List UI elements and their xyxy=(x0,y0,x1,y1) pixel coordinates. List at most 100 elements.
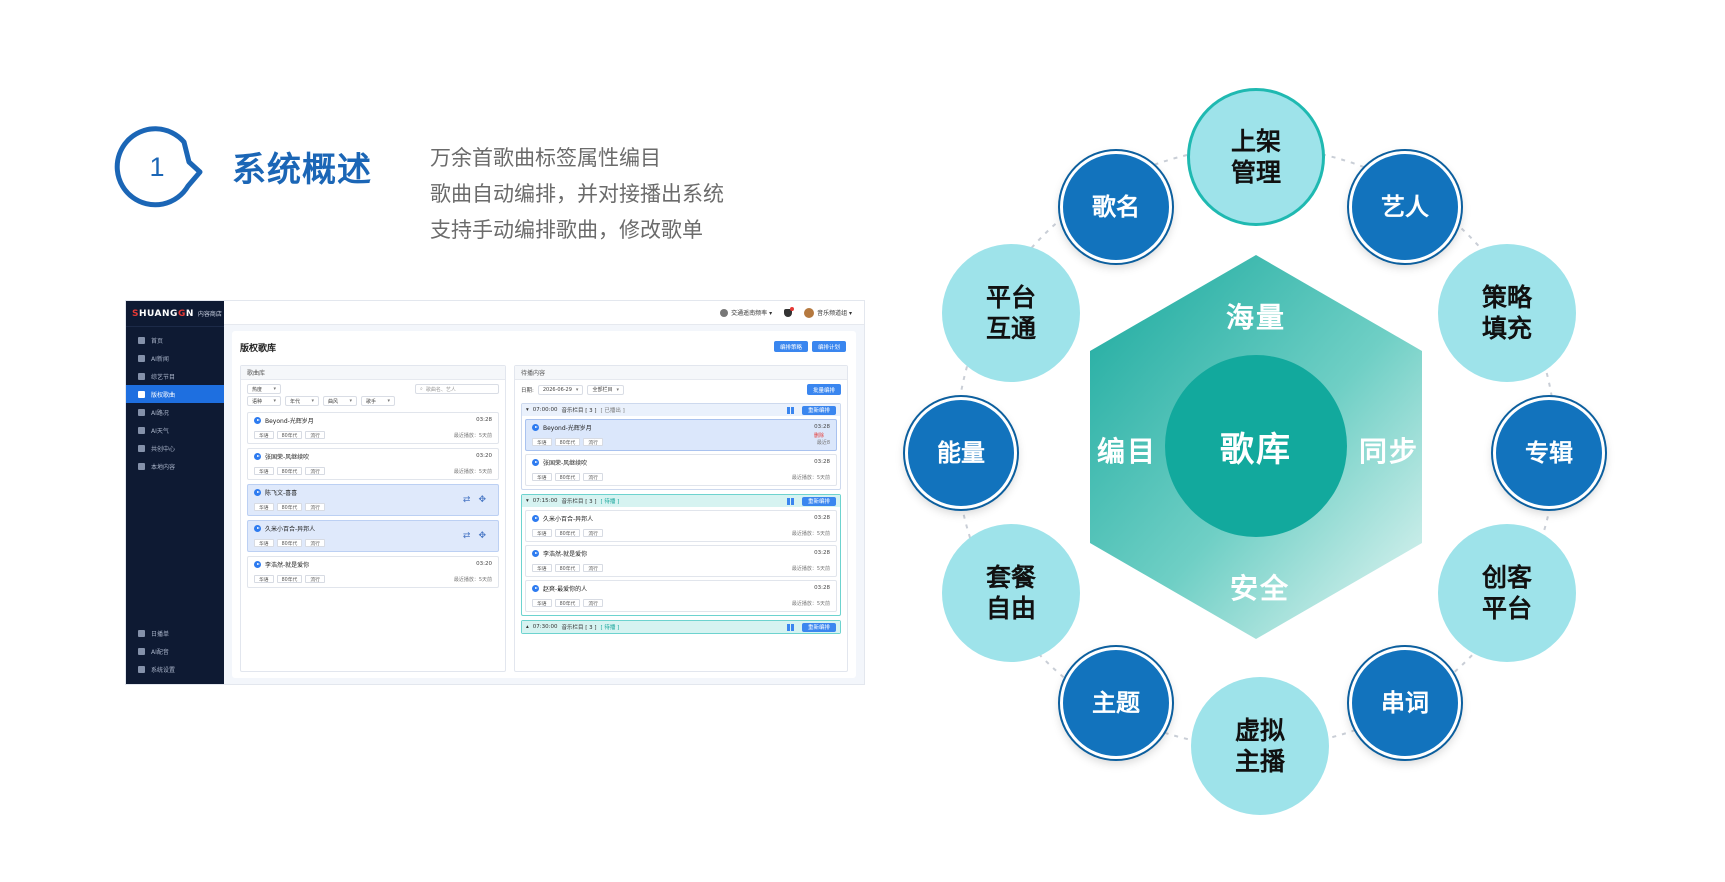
sidebar-item-weather[interactable]: AI天气 xyxy=(126,421,224,439)
tag: 流行 xyxy=(583,438,603,446)
move-icon[interactable]: ✥ xyxy=(478,531,486,541)
date-picker[interactable]: 2026-06-29 ▾ xyxy=(537,384,584,395)
chevron-down-icon: ▾ xyxy=(616,386,619,393)
plan-button[interactable]: 编排计划 xyxy=(811,341,846,352)
list-item[interactable]: 张国荣-风继续吹 03:20 华语 80年代 流行 最近播放：5天前 xyxy=(247,448,499,480)
list-item[interactable]: 李浩然-就是爱你 03:20 华语 80年代 流行 最近播放：5天前 xyxy=(247,556,499,588)
slot-header[interactable]: ▴ 07:30:00 音乐栏目 [ 3 ] [ 待播 ] 重新编排 xyxy=(522,621,840,633)
filter-bar-2: 语种 ▾ 年代 ▾ 曲风 ▾ 歌手 ▾ xyxy=(241,396,505,408)
play-icon[interactable] xyxy=(532,585,539,592)
batch-schedule-button[interactable]: 批量编排 xyxy=(806,384,841,395)
move-icon[interactable]: ✥ xyxy=(478,495,486,505)
filter-era[interactable]: 年代 ▾ xyxy=(285,396,319,406)
sidebar-item-ai-voice[interactable]: AI配音 xyxy=(126,642,224,660)
swap-icon[interactable]: ⇄ xyxy=(463,531,471,541)
top-bar: 交通遥南频率 ▾ 音乐频道组 ▾ xyxy=(224,301,864,325)
play-icon[interactable] xyxy=(532,550,539,557)
song-duration: 03:28 xyxy=(814,550,830,556)
orbit-ring xyxy=(955,146,1557,748)
grid-icon[interactable] xyxy=(786,406,794,414)
tag: 华语 xyxy=(254,467,274,475)
list-item[interactable]: Beyond-光辉岁月 03:28 删除 华语 80年代 流行 最近8 xyxy=(525,419,837,451)
notification-bell-icon[interactable] xyxy=(784,306,795,317)
chevron-up-icon[interactable]: ▴ xyxy=(526,624,529,630)
list-item[interactable]: 久米小百合-异邦人 华语 80年代 流行 ⇄ ✥ xyxy=(247,520,499,552)
rules-button[interactable]: 编排策略 xyxy=(773,341,808,352)
tag: 流行 xyxy=(305,431,325,439)
grid-icon[interactable] xyxy=(786,623,794,631)
description-line: 歌曲自动编排，并对接播出系统 xyxy=(430,182,724,206)
tv-icon xyxy=(138,372,145,380)
last-played: 最近播放：5天前 xyxy=(791,531,830,537)
gear-icon xyxy=(138,665,145,673)
play-icon[interactable] xyxy=(254,561,261,568)
filter-artist[interactable]: 歌手 ▾ xyxy=(361,396,395,406)
list-item[interactable]: 赵爽-最爱你的人 03:28 华语 80年代 流行 最近播放：5天前 xyxy=(525,580,837,612)
play-icon[interactable] xyxy=(532,424,539,431)
node-package-freedom: 套餐 自由 xyxy=(942,524,1080,662)
chevron-down-icon[interactable]: ▾ xyxy=(526,498,529,504)
tag: 流行 xyxy=(583,564,603,572)
sidebar-item-cocreate[interactable]: 共创中心 xyxy=(126,439,224,457)
list-item[interactable]: 久米小百合-异邦人 03:28 华语 80年代 流行 最近播放：5天前 xyxy=(525,510,837,542)
reschedule-button[interactable]: 重新编排 xyxy=(801,405,836,415)
navigation-icon xyxy=(138,408,145,416)
node-platform-interop: 平台 互通 xyxy=(942,244,1080,382)
play-icon[interactable] xyxy=(254,417,261,424)
sidebar-item-schedule[interactable]: 日播单 xyxy=(126,624,224,642)
sidebar-item-variety[interactable]: 综艺节目 xyxy=(126,367,224,385)
column-filter[interactable]: 全部栏目 ▾ xyxy=(587,384,624,395)
chevron-down-icon[interactable]: ▾ xyxy=(526,407,529,413)
logo-subtitle: 内容商店 xyxy=(197,311,222,318)
tag: 华语 xyxy=(254,431,274,439)
sidebar-item-traffic[interactable]: AI路况 xyxy=(126,403,224,421)
slot-name: 音乐栏目 [ 3 ] xyxy=(561,499,597,505)
list-item[interactable]: Beyond-光辉岁月 03:28 华语 80年代 流行 最近播放：5天前 xyxy=(247,412,499,444)
delete-link[interactable]: 删除 xyxy=(814,432,824,439)
swap-icon[interactable]: ⇄ xyxy=(463,495,471,505)
song-duration: 03:28 xyxy=(814,515,830,521)
tag: 流行 xyxy=(583,599,603,607)
slot-status: [ 待播 ] xyxy=(600,499,620,505)
app-logo[interactable]: SHUANGGN 内容商店 xyxy=(126,301,224,327)
microphone-icon xyxy=(138,647,145,655)
sidebar-nav: 首页 AI新闻 综艺节目 版权歌曲 AI路况 AI天气 共创中心 本地内容 xyxy=(126,327,224,475)
sidebar-item-settings[interactable]: 系统设置 xyxy=(126,660,224,678)
reschedule-button[interactable]: 重新编排 xyxy=(801,622,836,632)
play-icon[interactable] xyxy=(532,459,539,466)
sidebar-item-songs[interactable]: 版权歌曲 xyxy=(126,385,224,403)
reschedule-button[interactable]: 重新编排 xyxy=(801,496,836,506)
logo-wordmark: SHUANGGN xyxy=(132,308,194,319)
filter-language[interactable]: 语种 ▾ xyxy=(247,396,281,406)
schedule-slot: ▾ 07:15:00 音乐栏目 [ 3 ] [ 待播 ] 重新编排 久米小百合-… xyxy=(521,494,841,616)
play-icon[interactable] xyxy=(254,525,261,532)
play-icon[interactable] xyxy=(532,515,539,522)
list-item[interactable]: 陈飞文-喜喜 华语 80年代 流行 ⇄ ✥ xyxy=(247,484,499,516)
sidebar-item-local[interactable]: 本地内容 xyxy=(126,457,224,475)
search-input[interactable]: ⌕ 歌曲名、艺人 xyxy=(415,384,499,394)
station-selector[interactable]: 交通遥南频率 ▾ xyxy=(720,308,772,317)
slot-header[interactable]: ▾ 07:00:00 音乐栏目 [ 3 ] [ 已播出 ] 重新编排 xyxy=(522,404,840,416)
user-menu[interactable]: 音乐频道组 ▾ xyxy=(804,307,852,318)
slot-header[interactable]: ▾ 07:15:00 音乐栏目 [ 3 ] [ 待播 ] 重新编排 xyxy=(522,495,840,507)
hex-word-right: 同步 xyxy=(1358,435,1420,468)
panel-title: 待播内容 xyxy=(515,366,847,380)
slot-name: 音乐栏目 [ 3 ] xyxy=(561,625,597,631)
panel-title: 歌曲库 xyxy=(241,366,505,380)
grid-icon[interactable] xyxy=(786,497,794,505)
tag: 华语 xyxy=(532,529,552,537)
node-shelf-management: 上架 管理 xyxy=(1187,88,1325,226)
avatar xyxy=(804,307,815,318)
section-number-badge: 1 xyxy=(112,122,212,212)
list-item[interactable]: 李浩然-就是爱你 03:28 华语 80年代 流行 最近播放：5天前 xyxy=(525,545,837,577)
play-icon[interactable] xyxy=(254,453,261,460)
list-item[interactable]: 张国荣-风继续吹 03:28 华语 80年代 流行 最近播放：5天前 xyxy=(525,454,837,486)
filter-hotness[interactable]: 热度 ▾ xyxy=(247,384,281,394)
play-icon[interactable] xyxy=(254,489,261,496)
filter-genre[interactable]: 曲风 ▾ xyxy=(323,396,357,406)
header-actions: 编排策略 编排计划 xyxy=(773,341,846,352)
search-icon: ⌕ xyxy=(420,386,423,392)
sidebar-item-ai-news[interactable]: AI新闻 xyxy=(126,349,224,367)
tag: 80年代 xyxy=(554,473,581,481)
sidebar-item-home[interactable]: 首页 xyxy=(126,331,224,349)
